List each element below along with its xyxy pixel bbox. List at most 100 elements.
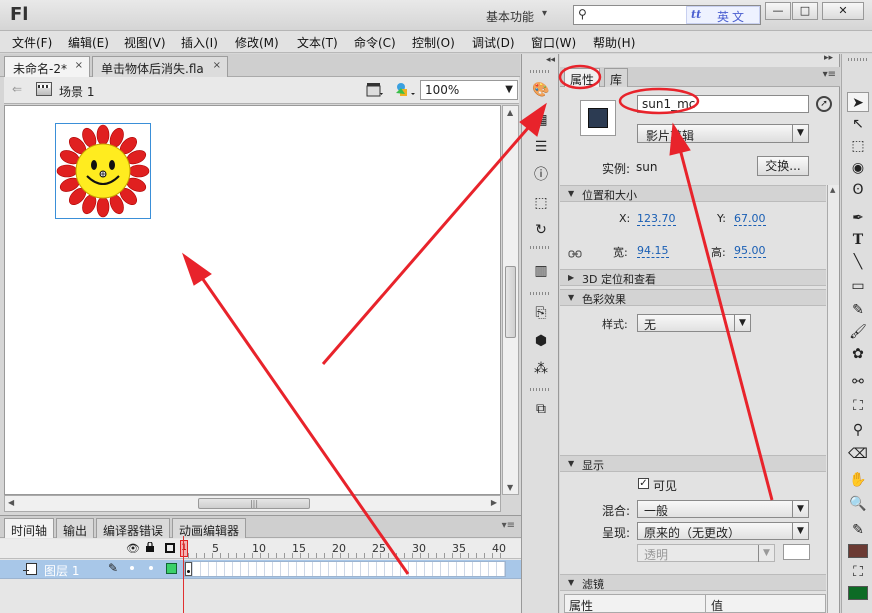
paint-bucket-tool-icon[interactable]: ⛶ (847, 396, 869, 416)
bone-tool-icon[interactable]: ⚯ (847, 372, 869, 392)
tab-compiler-errors[interactable]: 编译器错误 (96, 518, 171, 538)
stroke-color-swatch[interactable] (848, 544, 868, 558)
menu-commands[interactable]: 命令(C) (354, 34, 396, 51)
scroll-thumb[interactable]: ||| (198, 498, 310, 509)
menu-help[interactable]: 帮助(H) (593, 34, 635, 51)
lock-icon[interactable] (146, 542, 154, 552)
menu-view[interactable]: 视图(V) (124, 34, 166, 51)
render-select[interactable]: 原来的（无更改） ▼ (637, 522, 809, 540)
scroll-up-icon[interactable]: ▲ (507, 108, 513, 117)
section-position-size[interactable]: ▼ 位置和大小 (560, 185, 826, 202)
edit-symbol-icon[interactable] (394, 81, 416, 98)
subselection-tool-icon[interactable]: ↖ (847, 114, 869, 134)
grip-handle[interactable] (530, 388, 550, 391)
zoom-select[interactable]: 100% ▼ (420, 80, 518, 100)
edit-scene-icon[interactable] (366, 82, 384, 97)
visibility-dot[interactable] (130, 566, 134, 570)
actions-icon[interactable]: ⎘ (531, 304, 551, 322)
grip-handle[interactable] (530, 70, 550, 73)
rectangle-tool-icon[interactable]: ▭ (847, 276, 869, 296)
link-icon[interactable] (568, 249, 582, 259)
color-style-select[interactable]: 无 ▼ (637, 314, 751, 332)
transform-icon[interactable]: ⬚ (531, 194, 551, 212)
width-value[interactable]: 94.15 (637, 244, 669, 258)
grip-handle[interactable] (848, 58, 868, 61)
workspace-switcher[interactable]: 基本功能 (486, 8, 534, 25)
visible-checkbox[interactable]: ✓ (638, 478, 649, 489)
chevron-down-icon[interactable]: ▼ (792, 501, 808, 518)
maximize-button[interactable]: □ (792, 2, 818, 20)
stage[interactable] (4, 105, 501, 495)
menu-file[interactable]: 文件(F) (12, 34, 52, 51)
align-icon[interactable]: ☰ (531, 138, 551, 156)
scroll-down-icon[interactable]: ▼ (507, 483, 513, 492)
chevron-down-icon[interactable]: ▾ (542, 8, 547, 19)
swap-button[interactable]: 交换... (757, 156, 809, 176)
section-color-effect[interactable]: ▼ 色彩效果 (560, 289, 826, 306)
brush-tool-icon[interactable]: 🖌 (847, 322, 869, 342)
library-books-icon[interactable]: ▥ (531, 262, 551, 280)
fill-color-swatch[interactable] (848, 586, 868, 600)
3d-rotation-tool-icon[interactable]: ◉ (847, 158, 869, 178)
eraser-tool-icon[interactable]: ⌫ (847, 444, 869, 464)
section-filters[interactable]: ▼ 滤镜 (560, 574, 826, 591)
menu-edit[interactable]: 编辑(E) (68, 34, 109, 51)
scene-panel-icon[interactable]: ⧉ (531, 400, 551, 418)
tab-click-disappear-fla[interactable]: 单击物体后消失.fla × (92, 56, 228, 77)
frame-cells[interactable] (184, 561, 506, 577)
menu-text[interactable]: 文本(T) (297, 34, 338, 51)
scroll-up-icon[interactable]: ▲ (830, 186, 835, 194)
scroll-thumb[interactable] (505, 266, 516, 338)
chevron-down-icon[interactable]: ▼ (792, 523, 808, 540)
search-input[interactable]: ⚲ tt 英文 (573, 5, 761, 25)
hand-tool-icon[interactable]: ✋ (847, 470, 869, 490)
sun-movieclip-instance[interactable] (55, 123, 151, 219)
history-icon[interactable]: ↻ (531, 221, 551, 239)
tab-properties[interactable]: 属性 (564, 68, 601, 87)
components-icon[interactable]: ⬢ (531, 332, 551, 350)
outline-icon[interactable] (165, 543, 175, 553)
stage-vertical-scrollbar[interactable]: ▲ ▼ (502, 105, 519, 495)
layer-row[interactable]: 图层 1 ✎ (0, 560, 521, 579)
panel-menu-icon[interactable]: ▾≡ (502, 520, 515, 531)
close-button[interactable]: ✕ (822, 2, 864, 20)
swatches-icon[interactable]: ▦ (531, 111, 551, 129)
eye-icon[interactable]: 👁 (126, 542, 140, 555)
height-value[interactable]: 95.00 (734, 244, 766, 258)
tab-output[interactable]: 输出 (56, 518, 95, 538)
keyframe[interactable] (185, 562, 192, 576)
help-arrow-icon[interactable]: ➚ (816, 96, 832, 112)
scroll-right-icon[interactable]: ▶ (491, 498, 497, 507)
section-display[interactable]: ▼ 显示 (560, 455, 826, 472)
lock-dot[interactable] (149, 566, 153, 570)
blend-select[interactable]: 一般 ▼ (637, 500, 809, 518)
stage-horizontal-scrollbar[interactable]: ◀ ||| ▶ (4, 495, 501, 512)
tab-library[interactable]: 库 (604, 68, 629, 87)
color-palette-icon[interactable]: 🎨 (531, 81, 551, 99)
tab-motion-editor[interactable]: 动画编辑器 (172, 518, 247, 538)
tab-timeline[interactable]: 时间轴 (4, 518, 55, 538)
properties-scrollbar[interactable]: ▲ (827, 185, 839, 613)
close-icon[interactable]: × (75, 60, 83, 71)
grip-handle[interactable] (530, 292, 550, 295)
line-tool-icon[interactable]: ╲ (847, 252, 869, 272)
free-transform-tool-icon[interactable]: ⬚ (847, 136, 869, 156)
collapse-icon[interactable]: ◂◂ (546, 55, 555, 65)
text-tool-icon[interactable]: T (847, 230, 869, 250)
chevron-down-icon[interactable]: ▼ (792, 125, 808, 142)
instance-name-input[interactable] (637, 95, 809, 113)
tab-untitled-2[interactable]: 未命名-2* × (4, 56, 90, 77)
menu-window[interactable]: 窗口(W) (531, 34, 576, 51)
layer-name[interactable]: 图层 1 (44, 562, 79, 579)
scroll-left-icon[interactable]: ◀ (8, 498, 14, 507)
deco-tool-icon[interactable]: ✿ (847, 344, 869, 364)
chevron-down-icon[interactable]: ▼ (734, 315, 750, 332)
lasso-tool-icon[interactable]: ʘ (847, 180, 869, 200)
playhead[interactable]: 1 (180, 540, 188, 557)
menu-control[interactable]: 控制(O) (412, 34, 455, 51)
info-icon[interactable]: ⓘ (531, 166, 551, 184)
back-arrow-icon[interactable]: ⇐ (12, 82, 22, 96)
chevron-down-icon[interactable]: ▼ (505, 84, 513, 95)
grip-handle[interactable] (530, 246, 550, 249)
layer-outline-color[interactable] (166, 563, 177, 574)
